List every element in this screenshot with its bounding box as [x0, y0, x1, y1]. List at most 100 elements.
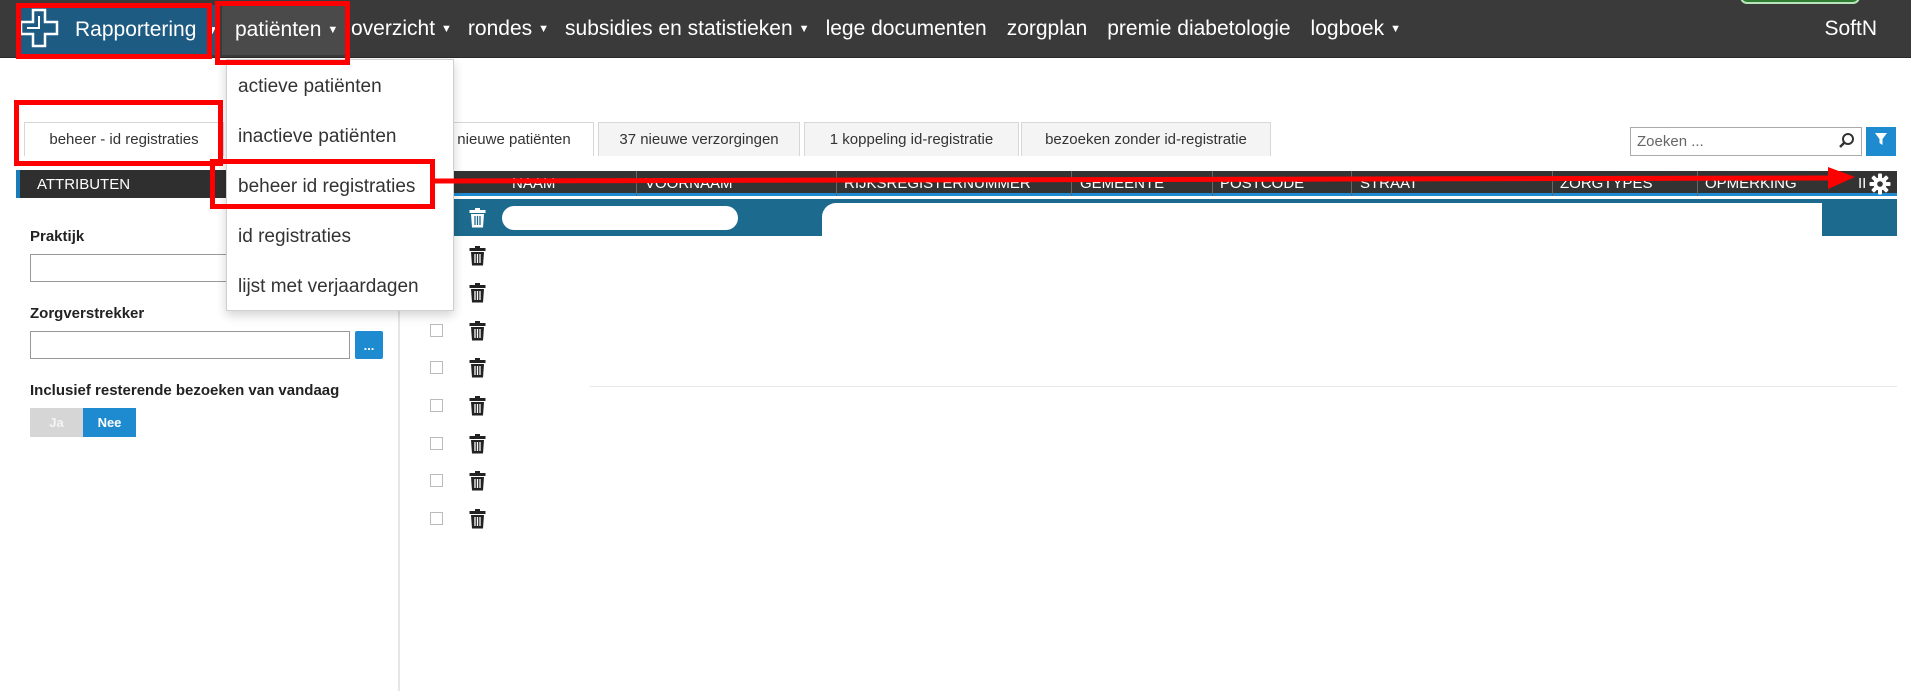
zorgverstrekker-browse-button[interactable]: ...	[355, 331, 383, 359]
caret-down-icon: ▼	[1390, 23, 1401, 35]
nav-item-rondes[interactable]: rondes ▼	[468, 17, 549, 41]
nav-links: overzicht ▼ rondes ▼ subsidies en statisti…	[351, 0, 1401, 58]
zorgverstrekker-label: Zorgverstrekker	[30, 305, 145, 322]
tab-koppeling-id-registratie[interactable]: 1 koppeling id-registratie	[804, 122, 1019, 156]
inclusief-toggle: Ja Nee	[30, 408, 136, 437]
status-pill	[1740, 0, 1860, 4]
redacted-cell	[500, 318, 1890, 348]
search-placeholder: Zoeken ...	[1637, 133, 1704, 150]
nav-item-overzicht[interactable]: overzicht ▼	[351, 17, 452, 41]
table-header: NAAM VOORNAAM RIJKSREGISTERNUMMER GEMEEN…	[416, 171, 1897, 196]
row-checkbox[interactable]	[430, 323, 443, 337]
search-input[interactable]: Zoeken ...	[1630, 127, 1862, 156]
filter-icon	[1874, 132, 1888, 151]
toggle-ja[interactable]: Ja	[30, 408, 83, 437]
toggle-nee[interactable]: Nee	[83, 408, 136, 437]
user-menu[interactable]: SoftN	[1824, 0, 1877, 58]
column-header[interactable]: OPMERKING	[1705, 175, 1797, 192]
trash-icon[interactable]	[469, 508, 486, 529]
trash-icon[interactable]	[469, 208, 486, 228]
menu-item-id-registraties[interactable]: id registraties	[238, 226, 351, 248]
column-header[interactable]: STRAAT	[1360, 175, 1418, 192]
redacted-cell	[498, 468, 538, 498]
nav-item-lege-documenten[interactable]: lege documenten	[826, 17, 987, 41]
column-divider	[1552, 171, 1553, 196]
trash-icon[interactable]	[469, 358, 486, 378]
menu-item-inactieve-patienten[interactable]: inactieve patiënten	[238, 126, 396, 148]
row-checkbox[interactable]	[430, 361, 443, 375]
column-header[interactable]: RIJKSREGISTERNUMMER	[844, 175, 1031, 192]
redacted-cell	[822, 203, 1822, 239]
column-divider	[1351, 171, 1352, 196]
column-header[interactable]: POSTCODE	[1220, 175, 1304, 192]
inclusief-label: Inclusief resterende bezoeken van vandaa…	[30, 382, 340, 399]
search-icon	[1838, 132, 1856, 150]
nav-label: logboek	[1310, 17, 1385, 40]
filter-button[interactable]	[1866, 127, 1896, 156]
menu-item-lijst-met-verjaardagen[interactable]: lijst met verjaardagen	[238, 276, 419, 298]
table-row[interactable]	[416, 349, 1897, 386]
table-row[interactable]	[416, 387, 1897, 424]
tab-beheer-id-registraties[interactable]: beheer - id registraties	[24, 122, 224, 156]
trash-icon[interactable]	[469, 320, 486, 341]
trash-icon[interactable]	[469, 283, 486, 303]
column-header[interactable]: ZORGTYPES	[1560, 175, 1653, 192]
menu-item-beheer-id-registraties[interactable]: beheer id registraties	[238, 176, 415, 198]
nav-item-logboek[interactable]: logboek ▼	[1311, 17, 1401, 41]
patienten-dropdown-menu: actieve patiënten inactieve patiënten be…	[226, 59, 454, 311]
praktijk-label: Praktijk	[30, 228, 85, 245]
row-checkbox[interactable]	[430, 474, 443, 488]
column-header[interactable]: NAAM	[512, 175, 555, 192]
redacted-cell	[498, 392, 568, 422]
caret-down-icon: ▼	[441, 23, 452, 35]
tab-bezoeken-zonder-id-registratie[interactable]: bezoeken zonder id-registratie	[1021, 122, 1271, 156]
row-checkbox[interactable]	[430, 399, 443, 412]
caret-down-icon: ▼	[327, 24, 339, 36]
tab-nieuwe-patienten[interactable]: nieuwe patiënten	[434, 122, 594, 156]
trash-icon[interactable]	[469, 396, 486, 416]
column-divider	[1212, 171, 1213, 196]
gear-icon[interactable]	[1869, 173, 1891, 195]
tab-nieuwe-verzorgingen[interactable]: 37 nieuwe verzorgingen	[598, 122, 800, 156]
column-resize-icon[interactable]: II	[1858, 175, 1866, 192]
nav-item-zorgplan[interactable]: zorgplan	[1007, 17, 1088, 41]
top-navbar: Rapportering ▼ patiënten ▼ overzicht ▼ ro…	[0, 0, 1911, 58]
nav-label: rondes	[467, 17, 533, 40]
nav-item-premie-diabetologie[interactable]: premie diabetologie	[1107, 17, 1290, 41]
table-row[interactable]	[416, 425, 1897, 462]
column-divider	[636, 171, 637, 196]
column-header[interactable]: VOORNAAM	[645, 175, 733, 192]
nav-label: premie diabetologie	[1107, 17, 1291, 40]
row-checkbox[interactable]	[430, 436, 443, 450]
redacted-cell	[496, 246, 710, 266]
row-divider	[590, 386, 1897, 387]
nav-item-patienten[interactable]: patiënten ▼	[222, 5, 348, 55]
menu-item-actieve-patienten[interactable]: actieve patiënten	[238, 76, 382, 98]
zorgverstrekker-input[interactable]	[30, 331, 350, 359]
nav-label: overzicht	[351, 17, 436, 40]
caret-down-icon: ▼	[798, 23, 810, 35]
table-row[interactable]	[416, 462, 1897, 499]
brand-label: Rapportering	[75, 18, 197, 41]
table-row[interactable]	[416, 500, 1897, 537]
trash-icon[interactable]	[469, 471, 486, 491]
nav-item-subsidies[interactable]: subsidies en statistieken ▼	[565, 17, 810, 41]
nav-label: zorgplan	[1006, 17, 1088, 40]
chevron-down-icon: ▼	[206, 23, 219, 37]
nav-label: lege documenten	[825, 17, 987, 40]
redacted-cell	[502, 206, 738, 230]
column-divider	[836, 171, 837, 196]
trash-icon[interactable]	[469, 245, 486, 266]
column-header[interactable]: GEMEENTE	[1080, 175, 1164, 192]
nav-label-patienten: patiënten	[235, 18, 322, 41]
column-divider	[1697, 171, 1698, 196]
redacted-cell	[496, 280, 576, 302]
user-label: SoftN	[1824, 17, 1877, 40]
medical-cross-logo-icon	[19, 6, 63, 54]
nav-label: subsidies en statistieken	[565, 17, 793, 40]
column-divider	[1071, 171, 1072, 196]
trash-icon[interactable]	[469, 433, 486, 454]
brand-menu[interactable]: Rapportering ▼	[17, 5, 219, 55]
row-checkbox[interactable]	[430, 511, 443, 525]
table-row[interactable]	[416, 274, 1897, 311]
